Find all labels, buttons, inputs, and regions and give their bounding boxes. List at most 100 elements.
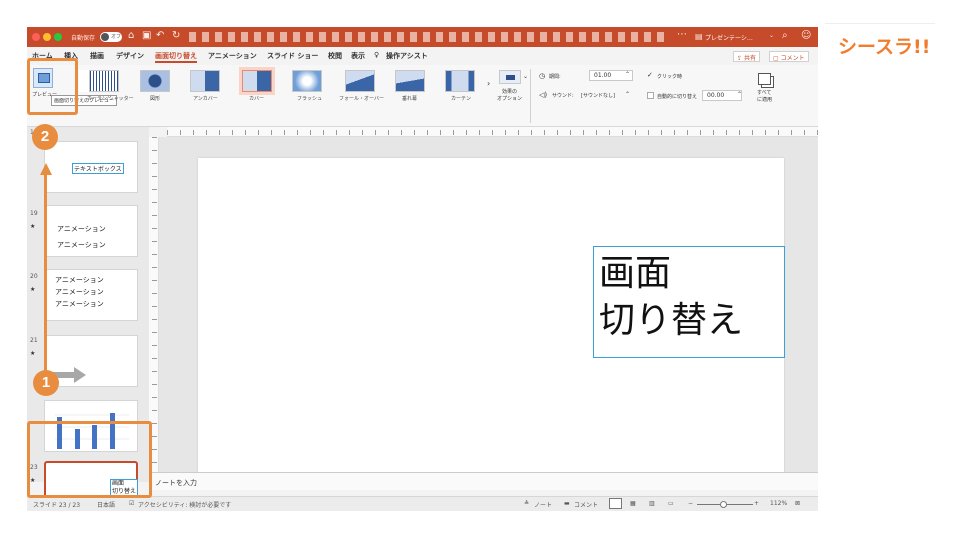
up-arrow-head [40,163,52,175]
language-status[interactable]: 日本語 [97,500,115,509]
normal-view-icon[interactable] [609,498,622,509]
autosave-toggle[interactable]: オフ [100,32,122,42]
effect-cover[interactable] [242,70,272,92]
effect-fall-over[interactable] [345,70,375,92]
slide-canvas[interactable]: 画面 切り替え [198,158,785,487]
minimize-window-button[interactable] [43,33,51,41]
animation-star-icon: ★ [30,223,36,230]
effect-shutter[interactable] [89,70,119,92]
after-checkbox[interactable] [647,92,654,99]
redo-icon[interactable]: ↻ [172,30,180,41]
comments-button[interactable]: ▢ コメント [769,51,809,62]
effect-label-uncover: アンカバー [193,96,218,102]
effect-options-button[interactable] [499,70,521,84]
slide-thumbnail-20[interactable]: アニメーション アニメーション アニメーション [44,269,138,321]
search-icon[interactable]: ⌕ [782,30,788,41]
effect-drape[interactable] [395,70,425,92]
slide-thumbnail-18[interactable]: テキストボックス [44,141,138,193]
effect-options-dropdown-icon[interactable]: ⌄ [523,73,528,80]
undo-icon[interactable]: ↶ [156,30,164,41]
gallery-more-icon[interactable]: › [487,79,490,88]
accessibility-status[interactable]: アクセシビリティ: 検討が必要です [138,500,231,509]
effect-label-flash: フラッシュ [297,96,323,102]
autosave-toggle-knob [101,33,109,41]
tab-tell-me[interactable]: 操作アシスト [386,51,428,61]
zoom-slider-handle[interactable] [720,501,727,508]
effect-flash[interactable] [292,70,322,92]
after-input[interactable]: 00.00 [702,90,742,101]
effect-label-shape: 図形 [150,96,161,102]
title-dropdown-icon[interactable]: ⌄ [769,32,774,39]
top-rule [825,23,935,24]
sound-select[interactable]: [サウンドなし] [579,90,631,101]
transitions-ribbon: プレビュー 画面切り替えのプレビュー カーテン/シャッター 図形 アンカバー カ… [27,65,818,127]
duration-stepper[interactable]: ⌃ [625,71,630,78]
effect-label-shutter: カーテン/シャッター [87,96,134,102]
zoom-in-icon[interactable]: + [754,500,759,507]
tab-design[interactable]: デザイン [116,51,144,61]
tab-view[interactable]: 表示 [351,51,365,61]
comments-toggle-icon[interactable]: ▬ [564,500,570,507]
apply-to-all-label: すべて に適用 [757,90,773,103]
slideshow-icon[interactable]: ▭ [668,500,674,507]
accessibility-icon: ☑ [129,500,135,507]
after-label: 自動的に切り替え [657,94,698,100]
tab-animations[interactable]: アニメーション [208,51,257,61]
tab-slideshow[interactable]: スライド ショー [267,51,318,61]
more-icon[interactable]: ⋯ [677,29,687,40]
account-icon[interactable]: ☺ [801,30,811,41]
slide-thumbnail-19[interactable]: アニメーション アニメーション [44,205,138,257]
ruler-ticks-vertical [152,137,157,472]
sound-value: [サウンドなし] [581,93,615,99]
thumb-number: 21 [30,337,38,344]
thumb-textbox: テキストボックス [72,163,124,174]
active-tab-underline [155,61,197,63]
effect-shape[interactable] [140,70,170,92]
effect-uncover[interactable] [190,70,220,92]
zoom-out-icon[interactable]: − [688,500,693,507]
step-badge-1: 1 [33,370,59,396]
ribbon-tab-bar: ホーム 挿入 描画 デザイン 画面切り替え アニメーション スライド ショー 校… [27,47,818,65]
ribbon-divider [530,69,531,123]
animation-star-icon: ★ [30,286,36,293]
tab-transitions[interactable]: 画面切り替え [155,51,197,61]
close-window-button[interactable] [32,33,40,41]
share-button[interactable]: ⇪ 共有 [733,51,760,62]
duration-value: 01.00 [594,72,612,79]
apply-to-all-icon[interactable] [758,73,771,85]
notes-placeholder: ノートを入力 [155,479,197,487]
notes-toggle-icon[interactable]: ≜ [524,500,529,507]
fit-to-window-icon[interactable]: ⊠ [795,500,800,507]
thumb-text-line: アニメーション [57,225,106,233]
save-icon[interactable]: ▣ [142,30,151,41]
home-icon[interactable]: ⌂ [128,30,134,41]
thumb-text-line: アニメーション [57,241,106,249]
slide-edit-area[interactable]: 画面 切り替え [159,137,818,487]
thumb-arrow-head [74,367,86,383]
slide-title-line-2: 切り替え [599,300,744,341]
comments-label: コメント [780,55,805,62]
zoom-window-button[interactable] [54,33,62,41]
notes-pane[interactable]: ノートを入力 [149,472,818,490]
document-title: プレゼンテーシ… [705,35,753,42]
thumb-number: 20 [30,273,38,280]
on-click-checkbox[interactable]: ✓ [647,71,653,79]
tab-draw[interactable]: 描画 [90,51,104,61]
slide-sorter-icon[interactable]: ▦ [630,500,636,507]
effect-curtains[interactable] [445,70,475,92]
tab-review[interactable]: 校閲 [328,51,342,61]
reading-view-icon[interactable]: ▥ [649,500,655,507]
title-bar: 自動保存 オフ ⌂ ▣ ↶ ↻ ⋯ ▤ プレゼンテーシ… ⌄ ⌕ ☺ [27,27,818,47]
sound-dropdown-icon[interactable]: ⌃ [625,91,630,98]
zoom-level[interactable]: 112% [770,500,787,507]
horizontal-ruler [167,127,818,137]
quick-access-toolbar-icons[interactable] [189,32,667,42]
document-icon: ▤ [695,32,703,41]
effect-label-cover: カバー [249,96,265,102]
after-stepper[interactable]: ⌃ [737,91,742,98]
sound-icon: ◁) [539,91,548,99]
comments-toggle-label[interactable]: コメント [574,500,598,509]
slide-title-textbox[interactable]: 画面 切り替え [593,246,785,358]
ruler-ticks [167,130,818,135]
notes-toggle-label[interactable]: ノート [534,500,552,509]
